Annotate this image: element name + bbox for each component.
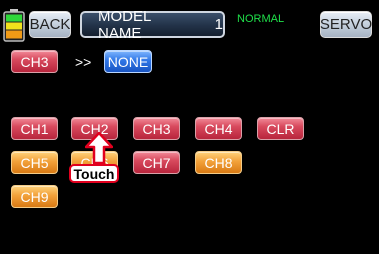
clear-button[interactable]: CLR: [257, 117, 304, 140]
channel-button-label: CH4: [204, 120, 233, 137]
model-name-label: MODEL NAME: [98, 7, 151, 42]
source-channel-button[interactable]: CH3: [11, 50, 58, 73]
target-none-label: NONE: [107, 53, 149, 70]
touch-hint-label: Touch: [69, 164, 119, 183]
channel-button-ch7[interactable]: CH7: [133, 151, 180, 174]
channel-button-ch4[interactable]: CH4: [195, 117, 242, 140]
channel-button-label: CH5: [20, 154, 49, 171]
channel-button-ch1[interactable]: CH1: [11, 117, 58, 140]
servo-button-label: SERVO: [319, 16, 373, 33]
channel-button-ch5[interactable]: CH5: [11, 151, 58, 174]
channel-button-ch3[interactable]: CH3: [133, 117, 180, 140]
battery-icon: [3, 9, 25, 42]
channel-button-ch8[interactable]: CH8: [195, 151, 242, 174]
channel-button-label: CH1: [20, 120, 49, 137]
model-number: 1: [214, 16, 223, 33]
back-button-label: BACK: [29, 16, 71, 33]
channel-button-label: CH9: [20, 188, 49, 205]
model-name-button[interactable]: MODEL NAME 1: [80, 8, 225, 42]
channel-button-ch9[interactable]: CH9: [11, 185, 58, 208]
channel-button-label: CH3: [142, 120, 171, 137]
target-none-button[interactable]: NONE: [104, 50, 152, 73]
up-arrow-icon: [85, 132, 113, 164]
channel-button-label: CH8: [204, 154, 233, 171]
assignment-arrow: >>: [75, 54, 92, 70]
status-text: NORMAL: [237, 13, 285, 25]
servo-button[interactable]: SERVO: [320, 11, 372, 38]
clear-button-label: CLR: [266, 120, 295, 137]
screen: BACK MODEL NAME 1 NORMAL SERVO CH3 >> NO…: [0, 0, 379, 254]
source-channel-label: CH3: [20, 53, 49, 70]
back-button[interactable]: BACK: [29, 11, 71, 38]
channel-button-label: CH7: [142, 154, 171, 171]
